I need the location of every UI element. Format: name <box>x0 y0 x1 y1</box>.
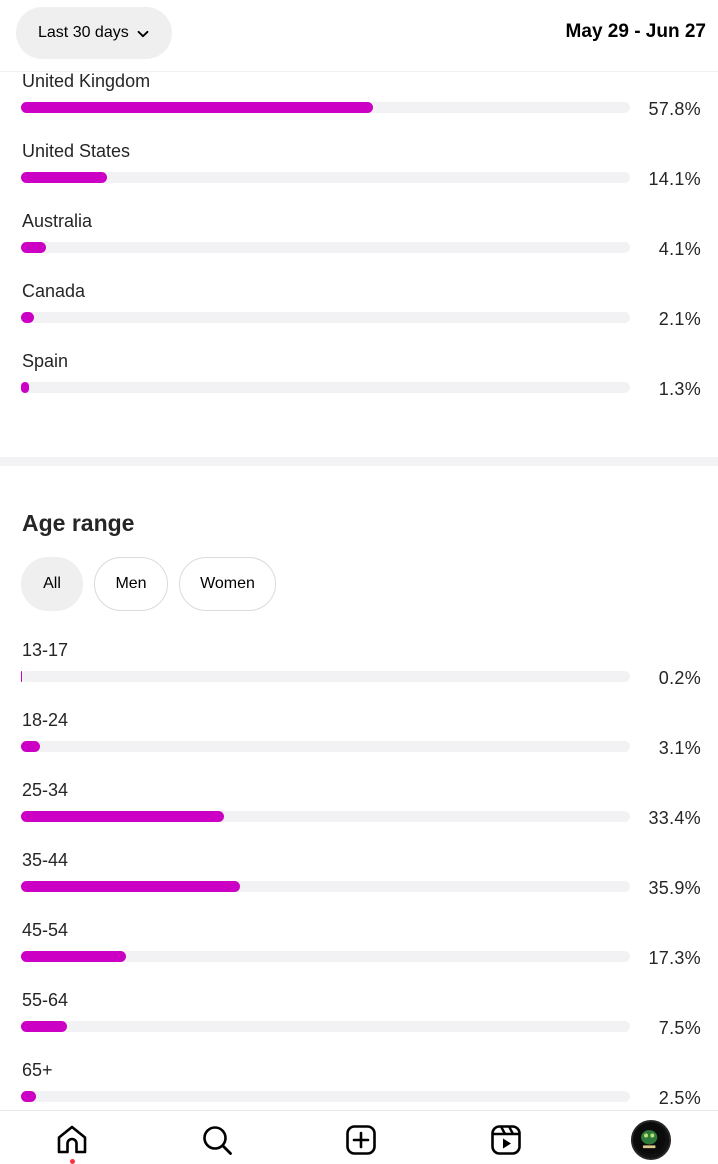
bar-track <box>21 671 630 682</box>
age-label: 13-17 <box>22 640 69 660</box>
percentage-value: 1.3% <box>658 379 701 399</box>
bar-track <box>21 811 630 822</box>
age-row: 35-44 35.9% <box>0 850 718 910</box>
age-row: 55-64 7.5% <box>0 990 718 1050</box>
percentage-value: 7.5% <box>658 1018 701 1038</box>
percentage-value: 57.8% <box>648 99 701 119</box>
date-range-text: May 29 - Jun 27 <box>565 21 706 42</box>
create-tab[interactable] <box>344 1123 378 1157</box>
bar-fill <box>21 1021 67 1032</box>
age-label: 45-54 <box>22 920 69 940</box>
age-row: 25-34 33.4% <box>0 780 718 840</box>
date-range-dropdown-label: Last 30 days <box>38 24 129 41</box>
chevron-down-icon <box>137 27 149 39</box>
age-label: 18-24 <box>22 710 69 730</box>
reels-icon <box>491 1125 521 1155</box>
age-range-title: Age range <box>22 510 135 536</box>
bar-fill <box>21 242 46 253</box>
bar-fill <box>21 671 23 682</box>
filter-women-button[interactable]: Women <box>179 557 276 611</box>
bar-fill <box>21 102 373 113</box>
country-label: United Kingdom <box>22 71 151 91</box>
bar-track <box>21 312 630 323</box>
percentage-value: 2.1% <box>658 309 701 329</box>
avatar-image <box>633 1122 666 1155</box>
age-label: 65+ <box>22 1060 53 1080</box>
reels-tab[interactable] <box>489 1123 523 1157</box>
age-row: 45-54 17.3% <box>0 920 718 980</box>
bar-fill <box>21 312 34 323</box>
date-range-dropdown[interactable]: Last 30 days <box>16 7 172 59</box>
bar-fill <box>21 951 127 962</box>
profile-avatar[interactable] <box>631 1120 671 1160</box>
percentage-value: 33.4% <box>648 808 701 828</box>
percentage-value: 17.3% <box>648 948 701 968</box>
bottom-navigation-bar <box>0 1110 718 1164</box>
bar-track <box>21 951 630 962</box>
bar-track <box>21 242 630 253</box>
age-label: 55-64 <box>22 990 69 1010</box>
country-row: Australia 4.1% <box>0 211 718 271</box>
gender-filter-group: All Men Women <box>21 557 276 611</box>
bar-fill <box>21 172 107 183</box>
country-label: Australia <box>22 211 93 231</box>
percentage-value: 4.1% <box>658 239 701 259</box>
country-label: Spain <box>22 351 69 371</box>
bar-fill <box>21 741 40 752</box>
bar-fill <box>21 1091 37 1102</box>
search-tab[interactable] <box>200 1123 234 1157</box>
country-label: United States <box>22 141 131 161</box>
age-row: 13-17 0.2% <box>0 640 718 700</box>
home-icon <box>57 1125 87 1154</box>
country-row: United States 14.1% <box>0 141 718 201</box>
country-row: Spain 1.3% <box>0 351 718 411</box>
create-icon <box>346 1125 376 1155</box>
filter-men-button[interactable]: Men <box>94 557 168 611</box>
search-icon <box>203 1126 232 1155</box>
bar-track <box>21 881 630 892</box>
bar-fill <box>21 811 225 822</box>
bar-fill <box>21 881 240 892</box>
bar-track <box>21 1021 630 1032</box>
bar-track <box>21 741 630 752</box>
age-row: 18-24 3.1% <box>0 710 718 770</box>
bar-fill <box>21 382 29 393</box>
bar-track <box>21 172 630 183</box>
country-row: Canada 2.1% <box>0 281 718 341</box>
percentage-value: 0.2% <box>658 668 701 688</box>
filter-all-button[interactable]: All <box>21 557 83 611</box>
age-label: 25-34 <box>22 780 69 800</box>
percentage-value: 3.1% <box>658 738 701 758</box>
section-divider <box>0 457 718 466</box>
bar-track <box>21 102 630 113</box>
percentage-value: 2.5% <box>658 1088 701 1108</box>
home-tab[interactable] <box>55 1123 89 1164</box>
country-label: Canada <box>22 281 86 301</box>
bar-track <box>21 1091 630 1102</box>
country-row: United Kingdom 57.8% <box>0 71 718 131</box>
age-label: 35-44 <box>22 850 69 870</box>
percentage-value: 35.9% <box>648 878 701 898</box>
bar-track <box>21 382 630 393</box>
percentage-value: 14.1% <box>648 169 701 189</box>
top-bar: Last 30 days May 29 - Jun 27 <box>0 0 718 72</box>
